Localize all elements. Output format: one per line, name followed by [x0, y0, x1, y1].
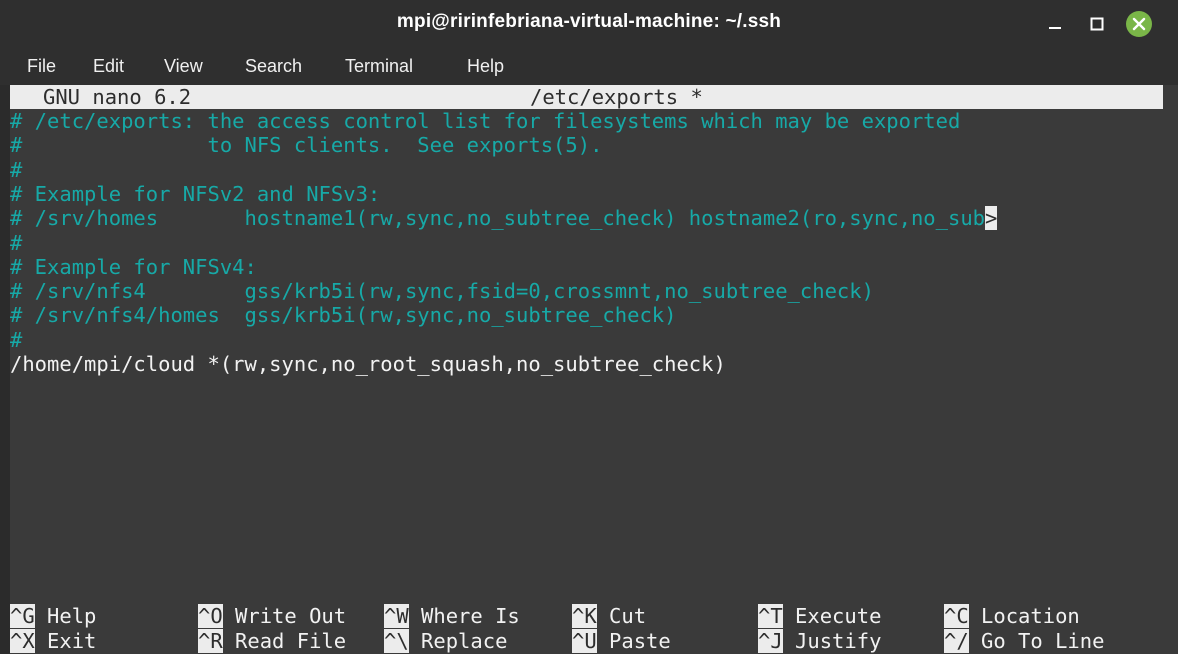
- editor-line[interactable]: #: [10, 328, 22, 352]
- shortcut-key: ^G: [10, 604, 35, 628]
- editor-line-text: #: [10, 157, 23, 182]
- shortcut-go-to-line[interactable]: ^/ Go To Line: [944, 628, 1105, 653]
- editor-line[interactable]: /home/mpi/cloud *(rw,sync,no_root_squash…: [10, 352, 726, 376]
- menu-view[interactable]: View: [164, 56, 203, 77]
- shortcut-label: Read File: [235, 628, 347, 653]
- shortcut-label: Replace: [421, 628, 508, 653]
- shortcut-label: Where Is: [421, 604, 520, 628]
- shortcut-label: Go To Line: [981, 628, 1105, 653]
- menu-help[interactable]: Help: [467, 56, 504, 77]
- editor-line-text: #: [10, 230, 23, 255]
- shortcut-justify[interactable]: ^J Justify: [758, 628, 882, 653]
- shortcut-row-1: ^G Help ^O Write Out ^W Where Is ^K Cut ^T E…: [10, 604, 1178, 628]
- shortcut-label: Exit: [47, 628, 97, 653]
- editor-line[interactable]: # /srv/nfs4/homes gss/krb5i(rw,sync,no_s…: [10, 303, 676, 327]
- shortcut-key: ^/: [944, 628, 969, 653]
- menu-file[interactable]: File: [27, 56, 56, 77]
- maximize-icon[interactable]: [1083, 10, 1111, 38]
- minimize-icon[interactable]: [1041, 10, 1069, 38]
- terminal-area[interactable]: GNU nano 6.2 /etc/exports * # /etc/expor…: [10, 85, 1178, 654]
- shortcut-label: Help: [47, 604, 97, 628]
- window-title: mpi@ririnfebriana-virtual-machine: ~/.ss…: [396, 11, 782, 32]
- shortcut-label: Execute: [795, 604, 882, 628]
- truncation-marker: >: [985, 206, 998, 231]
- editor-line[interactable]: # /etc/exports: the access control list …: [10, 109, 960, 133]
- shortcut-label: Justify: [795, 628, 882, 653]
- shortcut-key: ^C: [944, 604, 969, 628]
- menu-search[interactable]: Search: [245, 56, 302, 77]
- shortcut-label: Paste: [609, 628, 671, 653]
- nano-filename: /etc/exports *: [530, 85, 703, 109]
- shortcut-cut[interactable]: ^K Cut: [572, 604, 646, 628]
- editor-line-text: # /srv/nfs4 gss/krb5i(rw,sync,fsid=0,cro…: [10, 279, 874, 304]
- shortcut-row-2: ^X Exit ^R Read File ^\ Replace ^U Paste ^J …: [10, 628, 1178, 653]
- window-titlebar: mpi@ririnfebriana-virtual-machine: ~/.ss…: [0, 0, 1178, 48]
- editor-line[interactable]: # to NFS clients. See exports(5).: [10, 133, 602, 157]
- shortcut-read-file[interactable]: ^R Read File: [198, 628, 347, 653]
- shortcut-help[interactable]: ^G Help: [10, 604, 96, 628]
- editor-line[interactable]: # /srv/nfs4 gss/krb5i(rw,sync,fsid=0,cro…: [10, 279, 874, 303]
- shortcut-label: Write Out: [235, 604, 347, 628]
- shortcut-key: ^R: [198, 628, 223, 653]
- shortcut-key: ^J: [758, 628, 783, 653]
- shortcut-key: ^O: [198, 604, 223, 628]
- editor-line-text: # /srv/homes hostname1(rw,sync,no_subtre…: [10, 206, 986, 231]
- shortcut-write-out[interactable]: ^O Write Out: [198, 604, 346, 628]
- editor-line[interactable]: #: [10, 231, 22, 255]
- shortcut-exit[interactable]: ^X Exit: [10, 628, 97, 653]
- editor-line-text: # Example for NFSv2 and NFSv3:: [10, 181, 381, 206]
- editor-line-text: # Example for NFSv4:: [10, 254, 257, 279]
- editor-line[interactable]: # Example for NFSv2 and NFSv3:: [10, 182, 380, 206]
- menu-bar: File Edit View Search Terminal Help: [0, 48, 1178, 85]
- close-icon[interactable]: [1125, 10, 1153, 38]
- editor-line-text: #: [10, 327, 23, 352]
- shortcut-key: ^U: [572, 628, 597, 653]
- shortcut-replace[interactable]: ^\ Replace: [384, 628, 508, 653]
- editor-line[interactable]: # /srv/homes hostname1(rw,sync,no_subtre…: [10, 206, 998, 231]
- menu-terminal[interactable]: Terminal: [345, 56, 413, 77]
- editor-line-text: /home/mpi/cloud *(rw,sync,no_root_squash…: [10, 352, 726, 376]
- shortcut-key: ^\: [384, 628, 409, 653]
- editor-line-text: # /srv/nfs4/homes gss/krb5i(rw,sync,no_s…: [10, 303, 677, 328]
- shortcut-where-is[interactable]: ^W Where Is: [384, 604, 520, 628]
- shortcut-key: ^K: [572, 604, 597, 628]
- editor-line-text: # /etc/exports: the access control list …: [10, 109, 961, 133]
- shortcut-key: ^T: [758, 604, 783, 628]
- shortcut-key: ^W: [384, 604, 409, 628]
- shortcut-paste[interactable]: ^U Paste: [572, 628, 671, 653]
- shortcut-label: Location: [981, 604, 1080, 628]
- editor-line-text: # to NFS clients. See exports(5).: [10, 133, 603, 158]
- shortcut-location[interactable]: ^C Location: [944, 604, 1080, 628]
- menu-edit[interactable]: Edit: [93, 56, 124, 77]
- editor-line[interactable]: #: [10, 158, 22, 182]
- nano-header: GNU nano 6.2 /etc/exports *: [10, 85, 1163, 109]
- shortcut-key: ^X: [10, 628, 35, 653]
- shortcut-execute[interactable]: ^T Execute: [758, 604, 881, 628]
- shortcut-label: Cut: [609, 604, 647, 628]
- editor-line[interactable]: # Example for NFSv4:: [10, 255, 257, 279]
- nano-version: GNU nano 6.2: [43, 85, 192, 109]
